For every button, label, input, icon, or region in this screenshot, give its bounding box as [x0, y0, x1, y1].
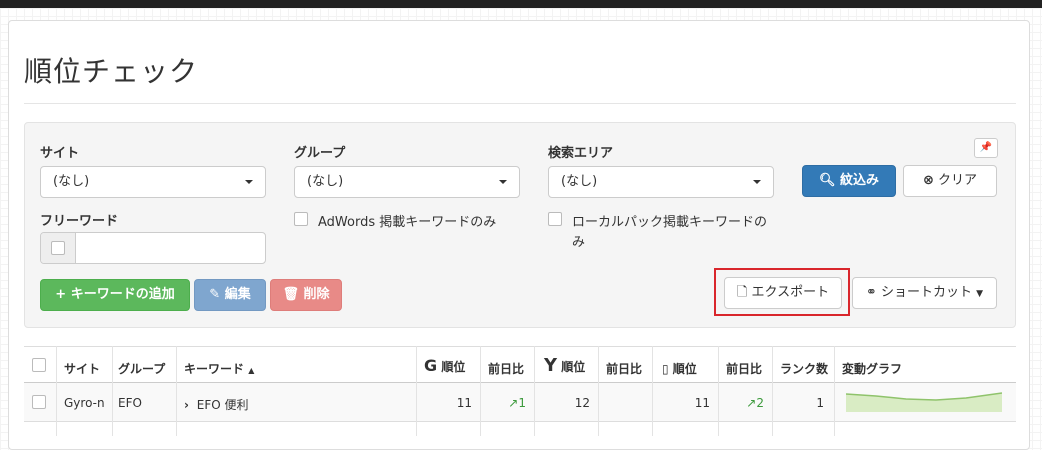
row-mobile-diff: ↗2: [718, 396, 764, 410]
area-select-value: (なし): [561, 174, 598, 189]
th-group[interactable]: グループ: [118, 360, 165, 377]
th-keyword[interactable]: キーワード ▲: [184, 360, 254, 377]
freeword-input-group: [40, 232, 268, 265]
th-mobile-rank[interactable]: ▯ 順位: [662, 360, 697, 377]
th-mobile-rank-label: 順位: [672, 362, 697, 376]
group-select-value: (なし): [307, 174, 344, 189]
row-keyword[interactable]: › EFO 便利: [184, 396, 249, 413]
pencil-icon: ✎: [209, 287, 221, 302]
th-google-rank[interactable]: G 順位: [424, 356, 465, 375]
table-row-border: [24, 421, 1016, 422]
page-title: 順位チェック: [24, 55, 199, 88]
freeword-input[interactable]: [76, 233, 268, 265]
delete-label: 削除: [303, 287, 330, 302]
site-select-value: (なし): [53, 174, 90, 189]
yahoo-icon: Y: [544, 355, 558, 376]
col-divider: [112, 346, 113, 436]
arrow-up-right-icon: ↗: [746, 396, 757, 410]
th-google-diff[interactable]: 前日比: [488, 360, 524, 377]
table-top-border: [24, 346, 1016, 347]
th-yahoo-diff[interactable]: 前日比: [606, 360, 642, 377]
adwords-checkbox[interactable]: [294, 212, 308, 226]
col-divider: [416, 346, 417, 436]
group-label: グループ: [294, 146, 346, 161]
delete-button[interactable]: 🗑︎ 削除: [270, 279, 342, 311]
add-keyword-label: キーワードの追加: [70, 287, 175, 302]
row-mobile-rank: 11: [694, 396, 710, 410]
google-icon: G: [424, 356, 438, 375]
row-yahoo-rank: 12: [574, 396, 590, 410]
plus-icon: +: [55, 287, 67, 302]
clear-button-label: クリア: [938, 173, 978, 188]
col-divider: [480, 346, 481, 436]
site-select[interactable]: (なし): [40, 166, 266, 198]
row-group: EFO: [118, 396, 142, 410]
row-google-diff-value: 1: [518, 396, 526, 410]
export-highlight-box: [714, 268, 850, 316]
adwords-checkbox-label: AdWords 掲載キーワードのみ: [318, 215, 497, 230]
th-site[interactable]: サイト: [64, 360, 100, 377]
col-divider: [772, 346, 773, 436]
edit-label: 編集: [224, 287, 251, 302]
col-divider: [176, 346, 177, 436]
th-graph: 変動グラフ: [842, 362, 903, 376]
group-select[interactable]: (なし): [294, 166, 520, 198]
col-divider: [834, 346, 835, 436]
col-divider: [56, 346, 57, 436]
search-icon: 🔍︎: [818, 173, 836, 188]
row-google-diff: ↗1: [480, 396, 526, 410]
th-keyword-label: キーワード: [184, 362, 245, 376]
table-header-border: [24, 382, 1016, 383]
row-checkbox[interactable]: [32, 395, 46, 409]
add-keyword-button[interactable]: + キーワードの追加: [40, 279, 190, 311]
localpack-checkbox-label-cont: み: [572, 235, 586, 250]
localpack-checkbox[interactable]: [548, 212, 562, 226]
shortcut-button[interactable]: ⚭ ショートカット ▼: [852, 277, 997, 309]
freeword-checkbox-addon: [41, 233, 76, 263]
row-keyword-label: EFO 便利: [196, 398, 249, 412]
freeword-checkbox[interactable]: [51, 241, 65, 255]
row-site: Gyro-n: [64, 396, 105, 410]
sort-asc-icon: ▲: [248, 366, 255, 375]
clear-button[interactable]: ⊗ クリア: [903, 165, 997, 197]
row-rank-count: 1: [816, 396, 824, 410]
shortcut-label: ショートカット: [880, 285, 972, 300]
col-divider: [718, 346, 719, 436]
edit-button[interactable]: ✎ 編集: [194, 279, 266, 311]
pin-icon: 📌: [979, 142, 993, 153]
area-select[interactable]: (なし): [548, 166, 774, 198]
link-icon: ⚭: [865, 285, 877, 300]
search-button[interactable]: 🔍︎ 紋込み: [802, 165, 896, 197]
localpack-checkbox-label: ローカルパック掲載キーワードの: [572, 215, 768, 230]
area-label: 検索エリア: [548, 146, 614, 161]
search-button-label: 紋込み: [840, 173, 880, 188]
clear-icon: ⊗: [922, 173, 934, 188]
th-yahoo-rank-label: 順位: [561, 360, 586, 374]
col-divider: [598, 346, 599, 436]
row-mobile-diff-value: 2: [756, 396, 764, 410]
trash-icon: 🗑︎: [282, 287, 299, 302]
top-bar: [0, 0, 1042, 8]
th-mobile-diff[interactable]: 前日比: [726, 360, 762, 377]
th-rank-count[interactable]: ランク数: [780, 360, 828, 377]
site-label: サイト: [40, 146, 80, 161]
th-yahoo-rank[interactable]: Y 順位: [544, 355, 585, 376]
select-all-checkbox[interactable]: [32, 358, 46, 372]
col-divider: [534, 346, 535, 436]
chevron-right-icon: ›: [184, 398, 189, 412]
title-divider: [24, 103, 1016, 104]
chevron-down-icon: [245, 180, 253, 184]
pin-button[interactable]: 📌: [974, 138, 998, 158]
freeword-label: フリーワード: [40, 214, 119, 229]
rank-sparkline: [846, 392, 1002, 412]
arrow-up-right-icon: ↗: [508, 396, 519, 410]
row-google-rank: 11: [456, 396, 472, 410]
chevron-down-icon: [753, 180, 761, 184]
caret-down-icon: ▼: [976, 289, 984, 299]
th-google-rank-label: 順位: [441, 360, 466, 374]
chevron-down-icon: [499, 180, 507, 184]
mobile-icon: ▯: [662, 362, 669, 376]
col-divider: [652, 346, 653, 436]
